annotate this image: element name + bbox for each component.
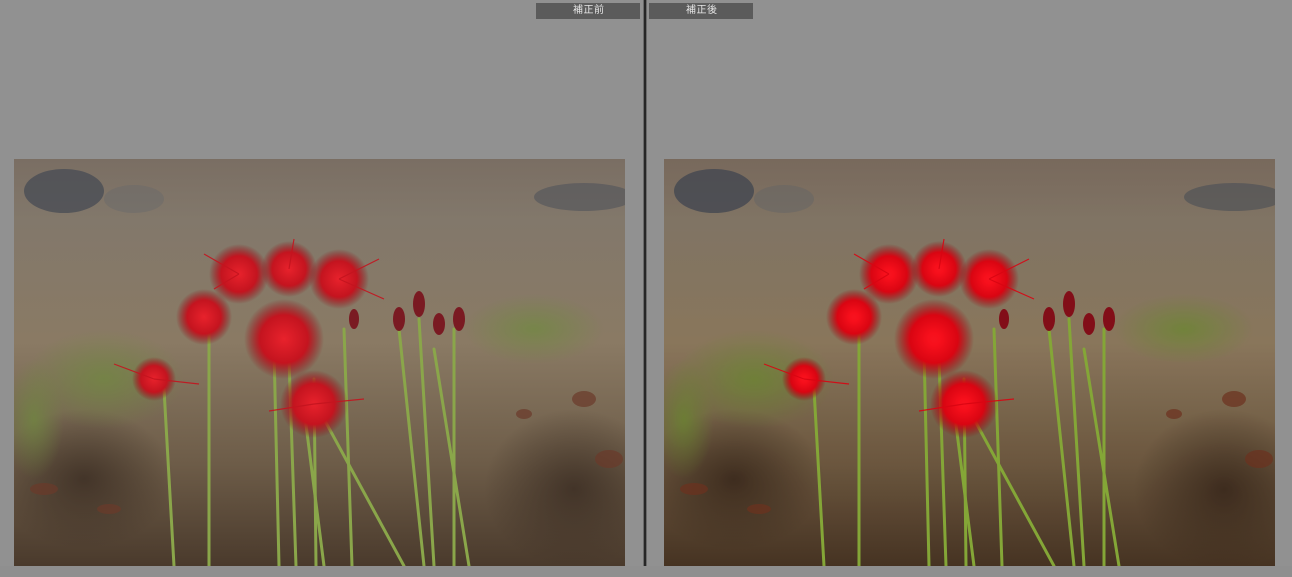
before-label: 補正前 <box>536 3 640 19</box>
bottom-bar <box>0 566 1292 577</box>
after-photo[interactable] <box>664 159 1275 566</box>
after-pane[interactable]: 補正後 <box>647 0 1292 577</box>
before-photo[interactable] <box>14 159 625 566</box>
before-pane[interactable]: 補正前 <box>0 0 643 577</box>
after-photo-image <box>664 159 1275 566</box>
compare-view: 補正前 補正後 <box>0 0 1292 577</box>
before-photo-image <box>14 159 625 566</box>
after-label: 補正後 <box>649 3 753 19</box>
